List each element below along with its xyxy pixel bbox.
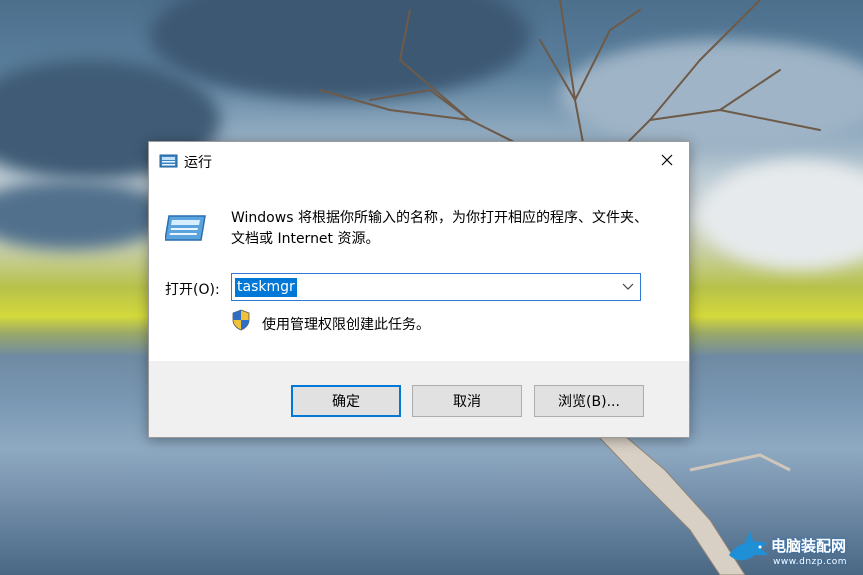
dialog-footer: 确定 取消 浏览(B)...: [149, 361, 689, 437]
open-combobox[interactable]: taskmgr: [231, 273, 641, 301]
dialog-description: Windows 将根据你所输入的名称，为你打开相应的程序、文件夹、文档或 Int…: [231, 210, 648, 247]
run-app-icon: [165, 215, 206, 241]
chevron-down-icon[interactable]: [622, 283, 634, 291]
cancel-button[interactable]: 取消: [412, 385, 522, 417]
close-icon: [661, 154, 673, 166]
shark-logo-icon: [729, 531, 769, 561]
run-dialog: 运行 Windows 将根据你所输入的名称，为你打开相应的程序、文件夹、文档或 …: [148, 141, 690, 438]
run-app-icon: [159, 154, 178, 168]
uac-shield-icon: [232, 309, 250, 331]
open-input[interactable]: taskmgr: [235, 278, 297, 297]
dialog-title: 运行: [184, 155, 212, 171]
browse-button[interactable]: 浏览(B)...: [534, 385, 644, 417]
watermark-text: 电脑装配网: [771, 537, 847, 555]
close-button[interactable]: [645, 142, 689, 178]
admin-privilege-note: 使用管理权限创建此任务。: [262, 317, 430, 333]
ok-button[interactable]: 确定: [291, 385, 401, 417]
title-bar[interactable]: 运行: [149, 142, 689, 180]
watermark-url: www.dnzp.com: [773, 557, 848, 567]
site-watermark: 电脑装配网 www.dnzp.com: [727, 529, 855, 573]
open-label: 打开(O):: [165, 282, 220, 298]
